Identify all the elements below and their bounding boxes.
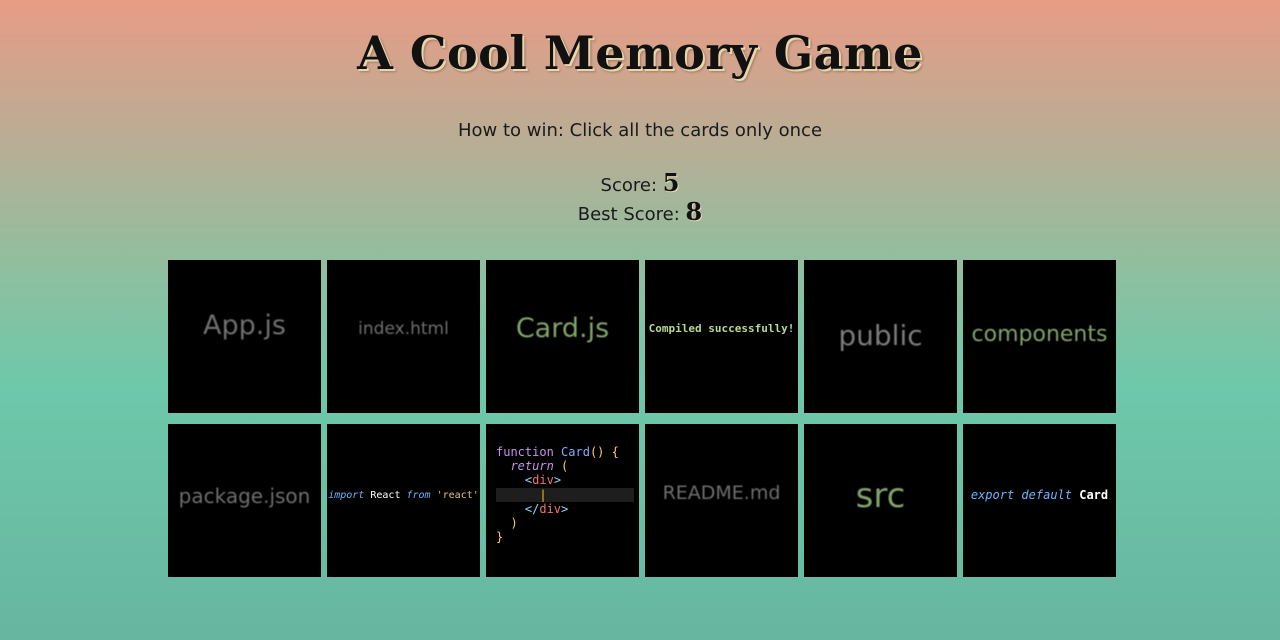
card-function-card[interactable]: function Card() { return ( <div> | </div… xyxy=(486,424,639,577)
score-display: Score: 5 xyxy=(0,168,1280,197)
best-score-value: 8 xyxy=(685,197,703,226)
card-card-js[interactable]: Card.js xyxy=(486,260,639,413)
card-label: export default Card xyxy=(971,488,1108,502)
card-import-react[interactable]: import React from 'react' xyxy=(327,424,480,577)
card-index-html[interactable]: index.html xyxy=(327,260,480,413)
best-score-display: Best Score: 8 xyxy=(0,197,1280,226)
card-package-json[interactable]: package.json xyxy=(168,424,321,577)
instructions: How to win: Click all the cards only onc… xyxy=(457,120,823,141)
card-components[interactable]: components xyxy=(963,260,1116,413)
code-snippet: function Card() { return ( <div> | </div… xyxy=(486,424,639,544)
card-label: App.js xyxy=(203,310,286,341)
card-label: Card.js xyxy=(515,313,610,344)
card-app-js[interactable]: App.js xyxy=(168,260,321,413)
card-label: public xyxy=(838,319,923,352)
module-name: 'react' xyxy=(436,490,479,501)
card-label: src xyxy=(855,475,906,516)
from-keyword: from xyxy=(406,490,431,501)
card-readme-md[interactable]: README.md xyxy=(645,424,798,577)
export-name: Card xyxy=(1079,487,1109,502)
card-src[interactable]: src xyxy=(804,424,957,577)
card-label: index.html xyxy=(358,318,449,339)
best-score-label: Best Score: xyxy=(577,204,680,225)
card-label: components xyxy=(971,322,1108,347)
card-compiled-successfully[interactable]: Compiled successfully! xyxy=(645,260,798,413)
card-label: package.json xyxy=(178,483,311,508)
page-title: A Cool Memory Game xyxy=(357,26,923,80)
export-keyword: export default xyxy=(970,487,1072,502)
import-name: React xyxy=(370,490,401,501)
text-caret: | xyxy=(539,487,547,502)
score-value: 5 xyxy=(662,168,680,197)
card-public[interactable]: public xyxy=(804,260,957,413)
card-grid: App.js index.html Card.js Compiled succe… xyxy=(168,260,1116,577)
card-label: README.md xyxy=(662,481,781,504)
card-export-default[interactable]: export default Card xyxy=(963,424,1116,577)
import-keyword: import xyxy=(328,490,365,501)
card-label: Compiled successfully! xyxy=(648,322,795,335)
score-label: Score: xyxy=(600,175,658,196)
card-label: import React from 'react' xyxy=(328,490,479,501)
